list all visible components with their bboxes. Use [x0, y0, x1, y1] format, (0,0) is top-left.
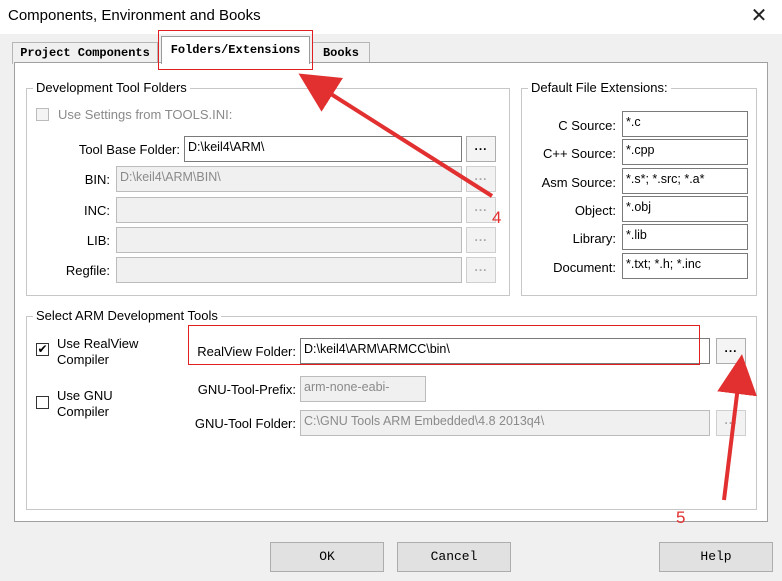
- annotation-arrow-5: [717, 354, 757, 501]
- annotation-arrows: [298, 73, 757, 501]
- annotation-step-5: 5: [676, 508, 686, 527]
- annotation-arrow-4: [298, 73, 494, 198]
- tab-folders-extensions[interactable]: Folders/Extensions: [161, 36, 310, 64]
- annotation-step-4: 4: [492, 208, 502, 227]
